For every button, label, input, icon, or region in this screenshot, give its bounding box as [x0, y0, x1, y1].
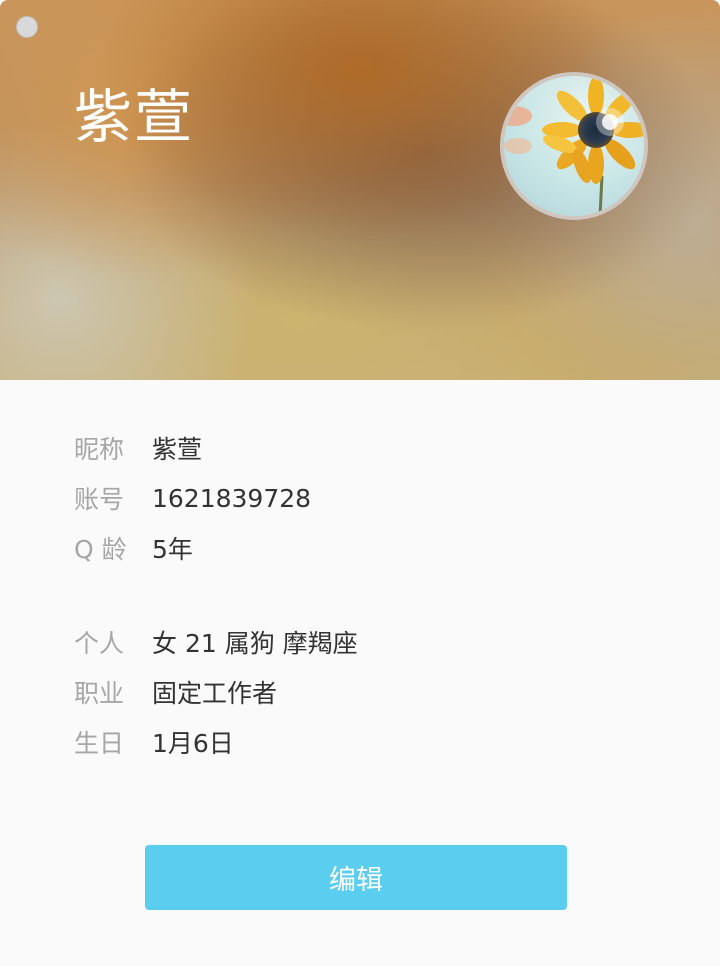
profile-header-banner: 紫萱 [0, 0, 720, 380]
occupation-label: 职业 [74, 679, 125, 708]
info-row-birthday: 生日 1月6日 [0, 722, 720, 762]
account-label: 账号 [74, 485, 125, 514]
personal-label: 个人 [74, 629, 125, 658]
edit-button[interactable]: 编辑 [145, 845, 567, 910]
birthday-value: 1月6日 [152, 729, 234, 758]
avatar[interactable] [500, 72, 648, 220]
nickname-label: 昵称 [74, 435, 125, 464]
personal-value: 女 21 属狗 摩羯座 [152, 629, 358, 658]
nickname-value: 紫萱 [152, 435, 203, 464]
account-value: 1621839728 [152, 483, 312, 513]
profile-window: 紫萱 昵称 紫萱 账号 1621839728 Q 龄 5年 个人 女 21 属狗… [0, 0, 720, 966]
info-row-nickname: 昵称 紫萱 [0, 428, 720, 468]
birthday-label: 生日 [74, 729, 125, 758]
q-age-value: 5年 [152, 535, 193, 564]
occupation-value: 固定工作者 [152, 679, 278, 708]
close-window-button[interactable] [16, 16, 38, 38]
info-row-account: 账号 1621839728 [0, 478, 720, 518]
profile-display-name: 紫萱 [74, 83, 195, 151]
q-age-label: Q 龄 [74, 535, 127, 564]
info-row-occupation: 职业 固定工作者 [0, 672, 720, 712]
info-row-q-age: Q 龄 5年 [0, 528, 720, 568]
info-row-personal: 个人 女 21 属狗 摩羯座 [0, 622, 720, 662]
sunflower-avatar-icon [504, 76, 644, 216]
